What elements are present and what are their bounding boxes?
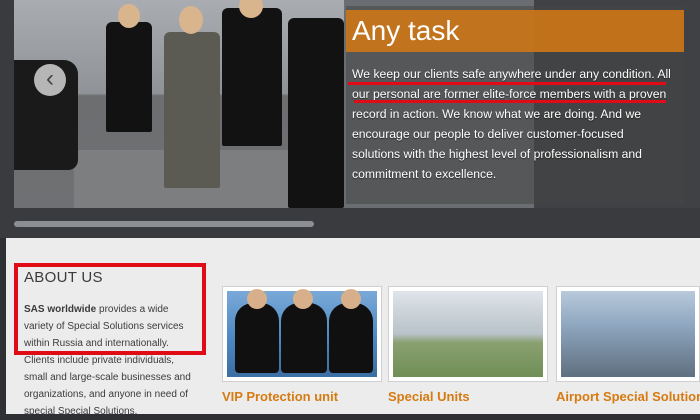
highlight-underline bbox=[348, 82, 666, 85]
photo-guard-face bbox=[293, 289, 313, 309]
photo-guard bbox=[329, 289, 373, 373]
service-title-vip[interactable]: VIP Protection unit bbox=[222, 389, 338, 404]
photo-person-head bbox=[179, 6, 203, 34]
photo-person bbox=[106, 22, 152, 132]
chevron-left-icon: ‹ bbox=[46, 65, 54, 92]
photo-guard bbox=[281, 289, 327, 373]
about-heading: ABOUT US bbox=[24, 269, 103, 286]
slider-prev-button[interactable]: ‹ bbox=[34, 64, 66, 96]
about-text: SAS worldwide provides a wide variety of… bbox=[24, 301, 200, 420]
photo-person bbox=[288, 18, 344, 208]
photo-guard-face bbox=[247, 289, 267, 309]
service-title-special-units[interactable]: Special Units bbox=[388, 389, 470, 404]
about-brand: SAS worldwide bbox=[24, 304, 97, 315]
photo-person bbox=[222, 8, 282, 146]
special-units-image bbox=[393, 291, 543, 377]
service-card-vip[interactable] bbox=[222, 286, 382, 382]
hero-photo-bodyguards bbox=[14, 0, 344, 208]
photo-person-head bbox=[118, 4, 140, 28]
about-description: provides a wide variety of Special Solut… bbox=[24, 304, 191, 417]
photo-person bbox=[164, 32, 220, 188]
hero-title: Any task bbox=[352, 15, 460, 46]
photo-guard-face bbox=[341, 289, 361, 309]
photo-guard bbox=[235, 289, 279, 373]
vip-protection-image bbox=[227, 289, 377, 377]
service-card-special-units[interactable] bbox=[388, 286, 548, 382]
service-card-airport[interactable] bbox=[556, 286, 700, 382]
airport-image bbox=[561, 291, 695, 377]
highlight-underline bbox=[354, 100, 666, 103]
slider-scrollbar[interactable] bbox=[14, 221, 314, 227]
service-title-airport[interactable]: Airport Special Solutions bbox=[556, 389, 700, 404]
